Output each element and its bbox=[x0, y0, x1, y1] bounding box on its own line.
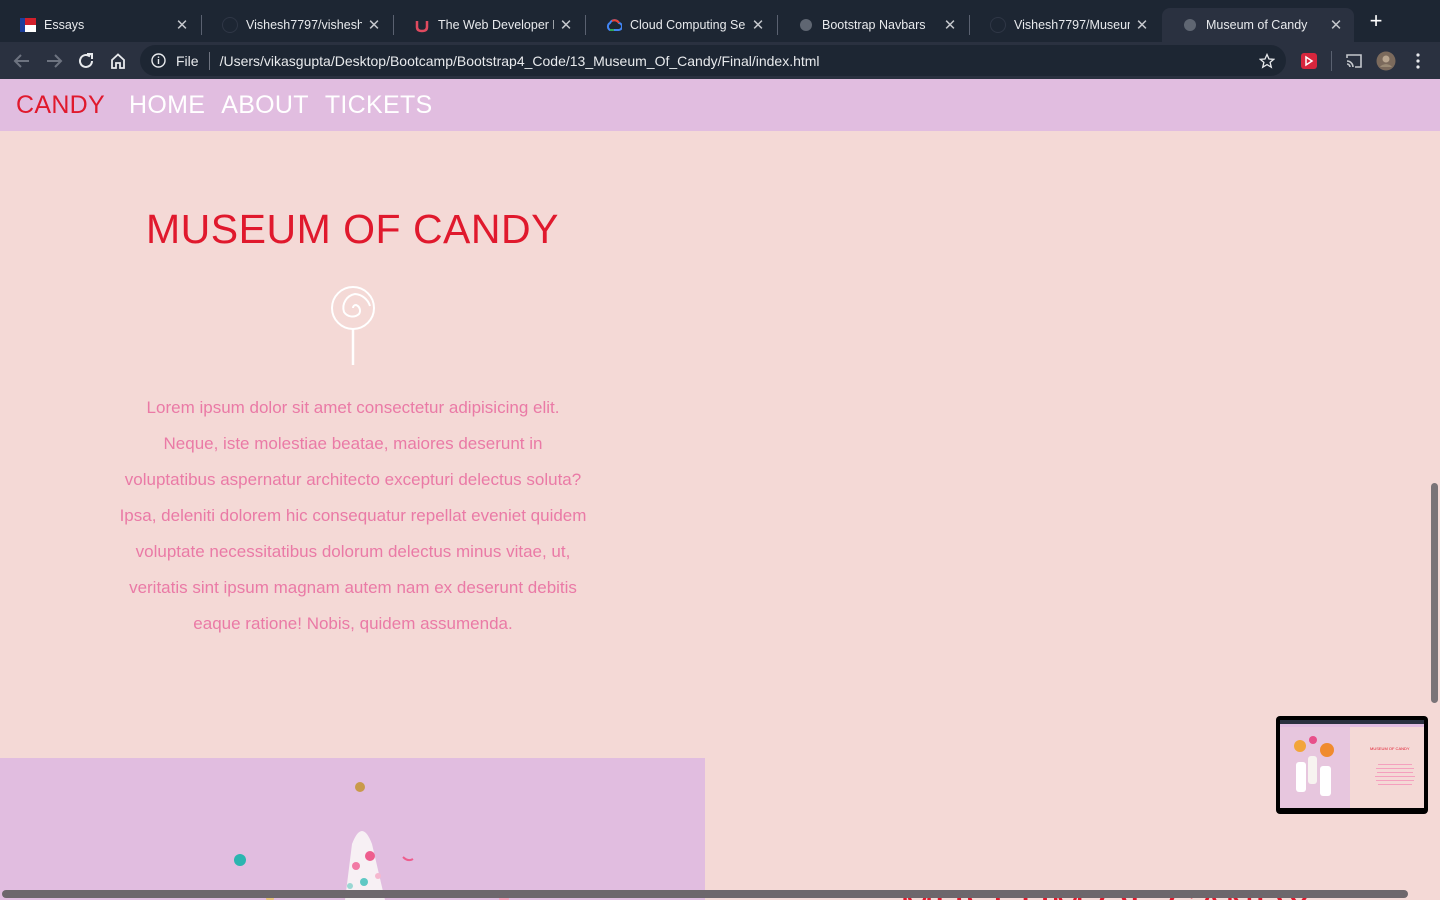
toolbar-divider bbox=[1331, 51, 1332, 71]
close-icon[interactable]: ✕ bbox=[554, 16, 578, 34]
info-icon[interactable] bbox=[150, 53, 166, 69]
back-button[interactable] bbox=[11, 50, 33, 72]
preview-content: MUSEUM OF CANDY bbox=[1280, 720, 1424, 808]
url-scheme: File bbox=[176, 52, 199, 69]
github-icon bbox=[990, 17, 1006, 33]
browser-toolbar: File /Users/vikasgupta/Desktop/Bootcamp/… bbox=[0, 42, 1440, 79]
cast-icon bbox=[1346, 54, 1362, 68]
more-vertical-icon bbox=[1416, 53, 1420, 69]
preview-title: MUSEUM OF CANDY bbox=[1370, 746, 1410, 751]
menu-button[interactable] bbox=[1409, 51, 1427, 71]
site-navbar: CANDY HOME ABOUT TICKETS bbox=[0, 79, 1440, 131]
extension-icon bbox=[1301, 53, 1317, 69]
nav-link-tickets[interactable]: TICKETS bbox=[325, 91, 433, 120]
close-icon[interactable]: ✕ bbox=[362, 16, 386, 34]
page-viewport: CANDY HOME ABOUT TICKETS MUSEUM OF CANDY… bbox=[0, 79, 1440, 900]
hero-paragraph: Lorem ipsum dolor sit amet consectetur a… bbox=[119, 398, 587, 633]
close-icon[interactable]: ✕ bbox=[170, 16, 194, 34]
browser-tab-strip: Essays ✕ Vishesh7797/vishesh7 ✕ The Web … bbox=[0, 0, 1440, 42]
tab-bootstrap-navbars[interactable]: Bootstrap Navbars ✕ bbox=[778, 8, 968, 42]
brand-link[interactable]: CANDY bbox=[16, 91, 105, 120]
tab-museum-of-candy[interactable]: Museum of Candy ✕ bbox=[1162, 8, 1354, 42]
reload-button[interactable] bbox=[75, 50, 97, 72]
new-tab-button[interactable]: + bbox=[1366, 10, 1386, 32]
lollipop-icon bbox=[328, 285, 378, 367]
reload-icon bbox=[79, 53, 93, 68]
tab-github-vishesh[interactable]: Vishesh7797/vishesh7 ✕ bbox=[202, 8, 392, 42]
globe-icon bbox=[1182, 17, 1198, 33]
home-button[interactable] bbox=[107, 50, 129, 72]
star-icon[interactable] bbox=[1258, 52, 1276, 70]
nav-link-about[interactable]: ABOUT bbox=[221, 91, 309, 120]
close-icon[interactable]: ✕ bbox=[746, 16, 770, 34]
arrow-right-icon bbox=[47, 54, 63, 68]
address-bar[interactable]: File /Users/vikasgupta/Desktop/Bootcamp/… bbox=[140, 45, 1286, 76]
horizontal-scrollbar[interactable] bbox=[2, 890, 1408, 898]
close-icon[interactable]: ✕ bbox=[938, 16, 962, 34]
page-preview-thumbnail[interactable]: MUSEUM OF CANDY bbox=[1276, 716, 1428, 814]
avatar-icon bbox=[1376, 51, 1396, 71]
home-icon bbox=[111, 53, 125, 69]
extension-button[interactable] bbox=[1299, 51, 1319, 71]
candy-image bbox=[0, 758, 705, 900]
close-icon[interactable]: ✕ bbox=[1324, 16, 1348, 34]
nav-link-home[interactable]: HOME bbox=[129, 91, 205, 120]
arrow-left-icon bbox=[13, 54, 29, 68]
forward-button[interactable] bbox=[43, 50, 65, 72]
omnibox-divider bbox=[208, 51, 210, 70]
flag-icon bbox=[20, 17, 36, 33]
tab-cloud-computing[interactable]: Cloud Computing Serv ✕ bbox=[586, 8, 776, 42]
close-icon[interactable]: ✕ bbox=[1130, 16, 1154, 34]
tab-github-museum[interactable]: Vishesh7797/Museum ✕ bbox=[970, 8, 1160, 42]
tab-essays[interactable]: Essays ✕ bbox=[0, 8, 200, 42]
url-text[interactable]: /Users/vikasgupta/Desktop/Bootcamp/Boots… bbox=[220, 53, 1258, 69]
page-title: MUSEUM OF CANDY bbox=[146, 206, 559, 252]
vertical-scrollbar[interactable] bbox=[1431, 483, 1438, 703]
tab-web-developer[interactable]: The Web Developer Bo ✕ bbox=[394, 8, 584, 42]
globe-icon bbox=[798, 17, 814, 33]
google-cloud-icon bbox=[606, 17, 622, 33]
udemy-icon bbox=[414, 17, 430, 33]
cast-button[interactable] bbox=[1343, 51, 1365, 71]
profile-avatar[interactable] bbox=[1375, 51, 1397, 71]
github-icon bbox=[222, 17, 238, 33]
